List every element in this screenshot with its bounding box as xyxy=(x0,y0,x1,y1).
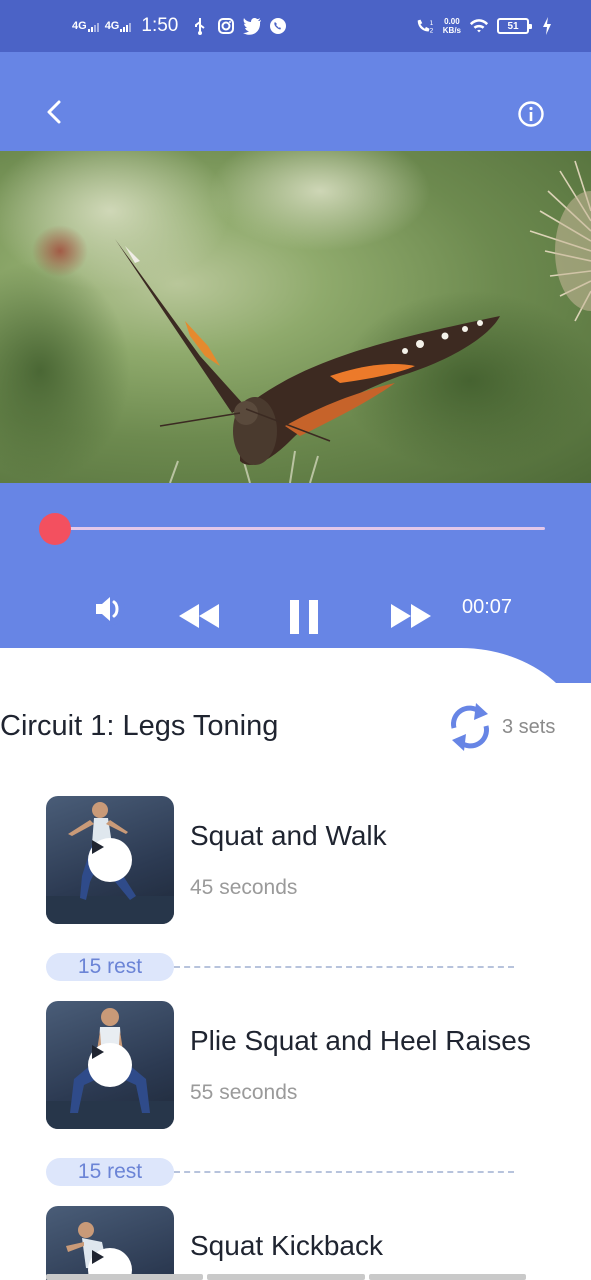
charging-icon xyxy=(537,16,557,36)
exercise-item[interactable]: Squat Kickback xyxy=(46,1206,546,1280)
battery-indicator: 51 xyxy=(497,18,532,34)
volume-icon xyxy=(91,592,125,626)
rewind-icon xyxy=(179,604,219,628)
rest-divider xyxy=(174,966,514,968)
bottom-nav-hint xyxy=(46,1274,526,1280)
exercise-name: Squat and Walk xyxy=(190,820,387,851)
elapsed-time: 00:07 xyxy=(462,596,513,618)
volume-button[interactable] xyxy=(88,589,128,629)
exercise-item[interactable]: Squat and Walk 45 seconds xyxy=(46,796,546,924)
circuit-title: Circuit 1: Legs Toning xyxy=(0,710,279,742)
play-icon xyxy=(92,1250,104,1264)
exercise-name: Plie Squat and Heel Raises xyxy=(190,1025,531,1056)
butterfly-video-frame xyxy=(0,151,591,483)
exercise-thumbnail[interactable] xyxy=(46,796,174,924)
rest-row: 15 rest xyxy=(46,1158,516,1186)
exercise-thumbnail[interactable] xyxy=(46,1001,174,1129)
back-button[interactable] xyxy=(36,94,72,130)
usb-icon xyxy=(190,16,210,36)
pause-button[interactable] xyxy=(286,597,322,637)
info-icon xyxy=(518,101,544,127)
play-icon xyxy=(92,1045,104,1059)
instagram-icon xyxy=(216,16,236,36)
rest-badge: 15 rest xyxy=(46,953,174,981)
fast-forward-icon xyxy=(391,604,431,628)
twitter-icon xyxy=(242,16,262,36)
rewind-button[interactable] xyxy=(176,598,222,634)
svg-text:2: 2 xyxy=(429,27,433,34)
play-badge[interactable] xyxy=(88,838,132,882)
repeat-icon xyxy=(446,698,494,756)
rest-badge: 15 rest xyxy=(46,1158,174,1186)
status-time: 1:50 xyxy=(141,15,179,36)
play-icon xyxy=(92,840,104,854)
status-left: 4G 4G 1:50 xyxy=(72,14,288,38)
rest-row: 15 rest xyxy=(46,953,516,981)
exercise-item[interactable]: Plie Squat and Heel Raises 55 seconds xyxy=(46,1001,546,1129)
exercise-thumbnail[interactable] xyxy=(46,1206,174,1280)
status-right: 12 0.00 KB/s 51 xyxy=(415,14,557,38)
seek-bar-thumb[interactable] xyxy=(39,513,71,545)
chevron-left-icon xyxy=(47,100,61,124)
wifi-call-icon: 12 xyxy=(415,16,435,36)
network-indicator-1: 4G xyxy=(72,20,99,32)
rest-divider xyxy=(174,1171,514,1173)
exercise-name: Squat Kickback xyxy=(190,1230,383,1261)
pause-icon xyxy=(290,600,318,634)
play-badge[interactable] xyxy=(88,1043,132,1087)
wifi-icon xyxy=(469,16,489,36)
svg-text:1: 1 xyxy=(429,20,433,27)
exercise-duration: 45 seconds xyxy=(190,876,298,899)
status-bar: 4G 4G 1:50 12 0.00 KB/s 51 xyxy=(0,0,591,52)
app-bar xyxy=(0,52,591,151)
seek-bar-track[interactable] xyxy=(56,527,545,530)
exercise-duration: 55 seconds xyxy=(190,1081,298,1104)
network-indicator-2: 4G xyxy=(105,20,132,32)
whatsapp-icon xyxy=(268,16,288,36)
video-player-view[interactable] xyxy=(0,151,591,483)
sets-count: 3 sets xyxy=(502,716,556,738)
fast-forward-button[interactable] xyxy=(388,598,434,634)
network-speed: 0.00 KB/s xyxy=(442,17,461,35)
info-button[interactable] xyxy=(517,100,545,128)
